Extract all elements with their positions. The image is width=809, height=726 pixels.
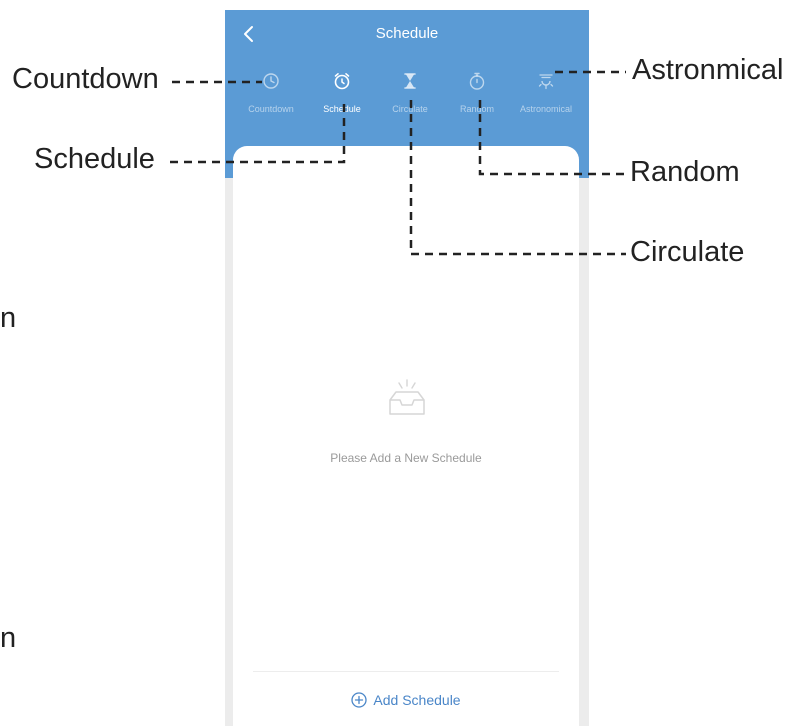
tab-astronomical[interactable]: Astronomical xyxy=(510,70,582,114)
stray-text-bottom: n xyxy=(0,622,17,654)
callout-astronomical: Astronmical xyxy=(632,54,784,86)
tab-countdown[interactable]: Countdown xyxy=(235,70,307,114)
tab-label-circulate: Circulate xyxy=(392,104,428,114)
hourglass-icon xyxy=(404,73,416,89)
callout-circulate: Circulate xyxy=(630,236,745,268)
empty-state-text: Please Add a New Schedule xyxy=(330,451,482,465)
tab-label-astronomical: Astronomical xyxy=(519,104,573,114)
tab-label-countdown: Countdown xyxy=(248,104,294,114)
tab-label-random: Random xyxy=(459,104,495,114)
add-schedule-button[interactable]: Add Schedule xyxy=(233,692,579,708)
page-title: Schedule xyxy=(375,25,439,42)
callout-countdown: Countdown xyxy=(12,63,159,95)
tab-random[interactable]: Random xyxy=(441,70,513,114)
stray-text-top: n xyxy=(0,302,17,334)
tab-circulate[interactable]: Circulate xyxy=(374,70,446,114)
callout-schedule: Schedule xyxy=(34,143,155,175)
callout-random: Random xyxy=(630,156,740,188)
empty-inbox-icon xyxy=(389,379,425,415)
phone-screen: Schedule Countdown Schedule Circulate Ra… xyxy=(225,10,589,726)
plus-circle-icon xyxy=(351,692,368,708)
add-schedule-label: Add Schedule xyxy=(373,692,461,708)
tab-label-schedule: Schedule xyxy=(323,104,361,114)
alarm-clock-icon xyxy=(334,73,350,90)
tab-schedule[interactable]: Schedule xyxy=(306,70,378,114)
stopwatch-icon xyxy=(469,72,485,90)
schedule-list-card: Please Add a New Schedule Add Schedule xyxy=(233,146,579,726)
divider xyxy=(253,671,559,672)
clock-icon xyxy=(263,73,279,89)
sun-horizon-icon xyxy=(538,74,554,90)
